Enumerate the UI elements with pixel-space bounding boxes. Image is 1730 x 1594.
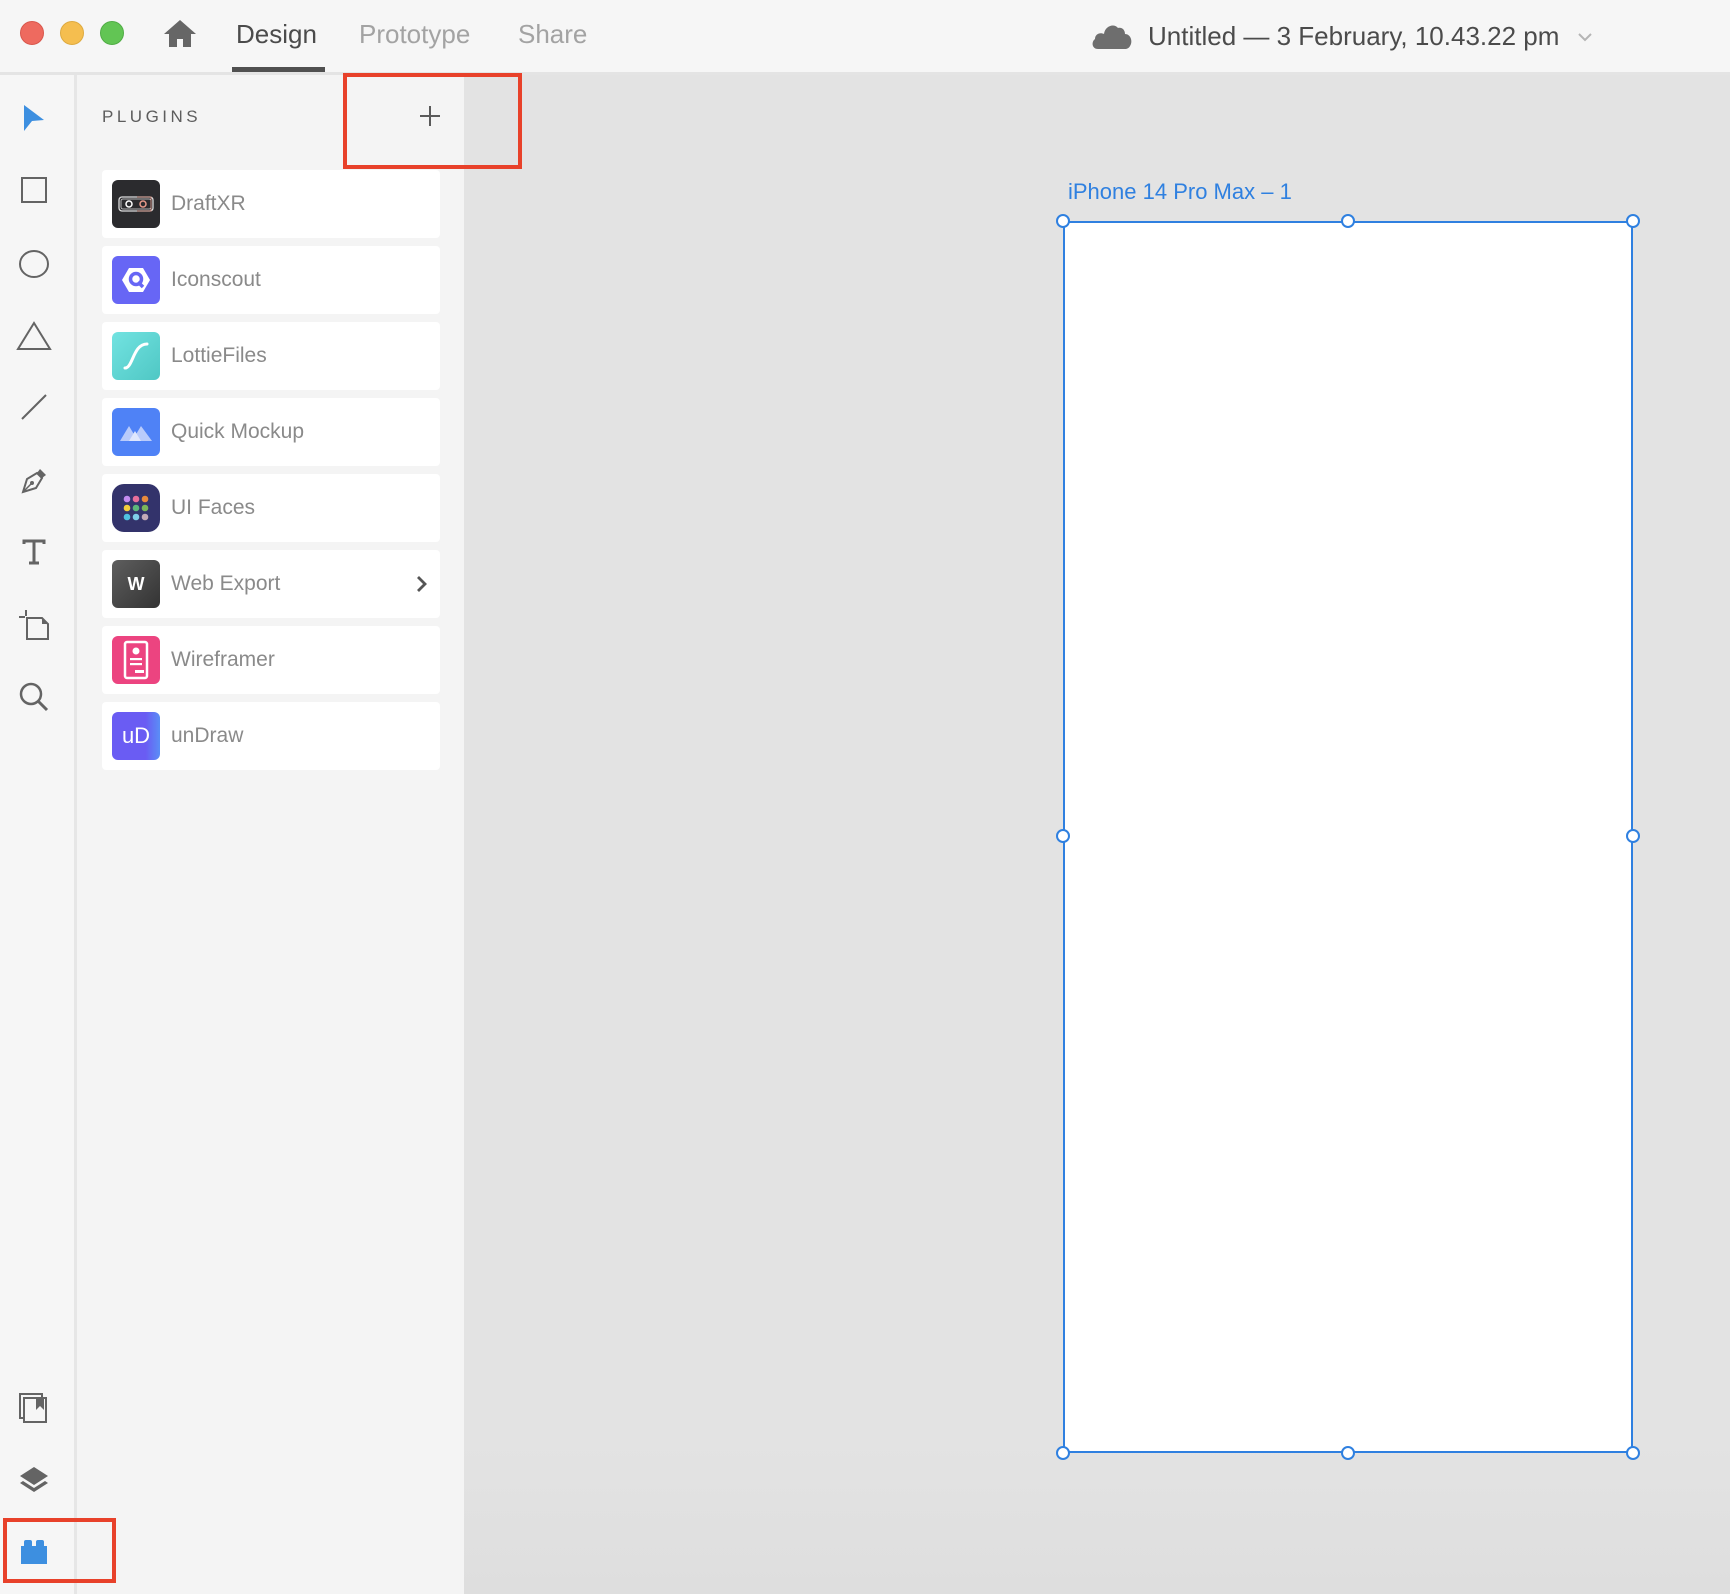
ellipse-icon xyxy=(19,250,49,278)
title-bar: Design Prototype Share Untitled — 3 Febr… xyxy=(0,0,1730,75)
cloud-icon xyxy=(1090,22,1134,50)
search-icon xyxy=(19,682,49,712)
resize-handle-top-right[interactable] xyxy=(1626,214,1640,228)
undraw-letters: uD xyxy=(121,723,151,748)
resize-handle-left[interactable] xyxy=(1056,829,1070,843)
iconscout-icon xyxy=(112,256,160,304)
highlight-plugins-button xyxy=(3,1518,116,1583)
artboard-icon xyxy=(19,610,49,640)
maximize-window-button[interactable] xyxy=(100,21,124,45)
tab-design[interactable]: Design xyxy=(236,16,317,56)
plugin-item-lottiefiles[interactable]: LottieFiles xyxy=(102,322,440,390)
triangle-icon xyxy=(16,321,52,350)
line-icon xyxy=(21,394,47,420)
layers-panel-button[interactable] xyxy=(13,1459,55,1501)
plugin-name: Iconscout xyxy=(171,268,261,291)
plugin-name: UI Faces xyxy=(171,496,256,519)
layers-icon xyxy=(20,1467,48,1492)
chevron-right-icon[interactable] xyxy=(416,574,428,594)
plugin-name: Wireframer xyxy=(171,648,275,671)
document-title: Untitled — 3 February, 10.43.22 pm xyxy=(1148,20,1560,51)
artboard-label[interactable]: iPhone 14 Pro Max – 1 xyxy=(1068,179,1292,205)
resize-handle-bottom-right[interactable] xyxy=(1626,1446,1640,1460)
resize-handle-top-left[interactable] xyxy=(1056,214,1070,228)
plugin-name: DraftXR xyxy=(171,192,246,215)
plugin-item-draftxr[interactable]: DraftXR xyxy=(102,170,440,238)
plugin-list: DraftXR Iconscout LottieFiles Quick Mock… xyxy=(102,170,440,778)
plugin-item-undraw[interactable]: uD unDraw xyxy=(102,702,440,770)
chevron-down-icon[interactable] xyxy=(1577,30,1593,42)
undraw-icon: uD xyxy=(112,712,160,760)
text-tool[interactable] xyxy=(13,531,55,573)
assets-icon xyxy=(19,1393,47,1423)
artboard[interactable] xyxy=(1063,221,1633,1453)
plugin-name: LottieFiles xyxy=(171,344,267,367)
close-window-button[interactable] xyxy=(20,21,44,45)
plugin-item-iconscout[interactable]: Iconscout xyxy=(102,246,440,314)
resize-handle-top[interactable] xyxy=(1341,214,1355,228)
text-icon xyxy=(22,539,46,565)
resize-handle-bottom[interactable] xyxy=(1341,1446,1355,1460)
plugin-item-wireframer[interactable]: Wireframer xyxy=(102,626,440,694)
rectangle-tool[interactable] xyxy=(13,169,55,211)
artboard-tool[interactable] xyxy=(13,604,55,646)
highlight-add-plugin xyxy=(343,73,522,169)
plugin-name: Web Export xyxy=(171,572,281,595)
plugin-name: Quick Mockup xyxy=(171,420,305,443)
plugin-name: unDraw xyxy=(171,724,244,747)
web-export-letter: W xyxy=(127,573,145,594)
ellipse-tool[interactable] xyxy=(13,243,55,285)
panel-title: PLUGINS xyxy=(102,107,202,126)
home-icon[interactable] xyxy=(162,18,198,48)
pen-icon xyxy=(21,469,46,494)
plugin-item-quick-mockup[interactable]: Quick Mockup xyxy=(102,398,440,466)
pointer-icon xyxy=(24,105,44,131)
select-tool[interactable] xyxy=(13,97,55,139)
tab-share[interactable]: Share xyxy=(518,16,587,56)
plugin-item-web-export[interactable]: W Web Export xyxy=(102,550,440,618)
draftxr-icon xyxy=(112,180,160,228)
polygon-tool[interactable] xyxy=(13,315,55,357)
pen-tool[interactable] xyxy=(13,459,55,501)
tools-toolbar xyxy=(0,75,74,1594)
assets-panel-button[interactable] xyxy=(13,1387,55,1429)
minimize-window-button[interactable] xyxy=(60,21,84,45)
zoom-tool[interactable] xyxy=(13,676,55,718)
quick-mockup-icon xyxy=(112,408,160,456)
plugins-panel: PLUGINS DraftXR Iconscout LottieFiles Qu… xyxy=(77,75,464,1594)
active-tab-indicator xyxy=(232,67,325,72)
lottiefiles-icon xyxy=(112,332,160,380)
web-export-icon: W xyxy=(112,560,160,608)
plugin-item-ui-faces[interactable]: UI Faces xyxy=(102,474,440,542)
rectangle-icon xyxy=(21,177,47,203)
ui-faces-icon xyxy=(112,484,160,532)
resize-handle-bottom-left[interactable] xyxy=(1056,1446,1070,1460)
wireframer-icon xyxy=(112,636,160,684)
tab-prototype[interactable]: Prototype xyxy=(359,16,470,56)
resize-handle-right[interactable] xyxy=(1626,829,1640,843)
document-title-menu[interactable]: Untitled — 3 February, 10.43.22 pm xyxy=(1090,16,1593,56)
line-tool[interactable] xyxy=(13,386,55,428)
